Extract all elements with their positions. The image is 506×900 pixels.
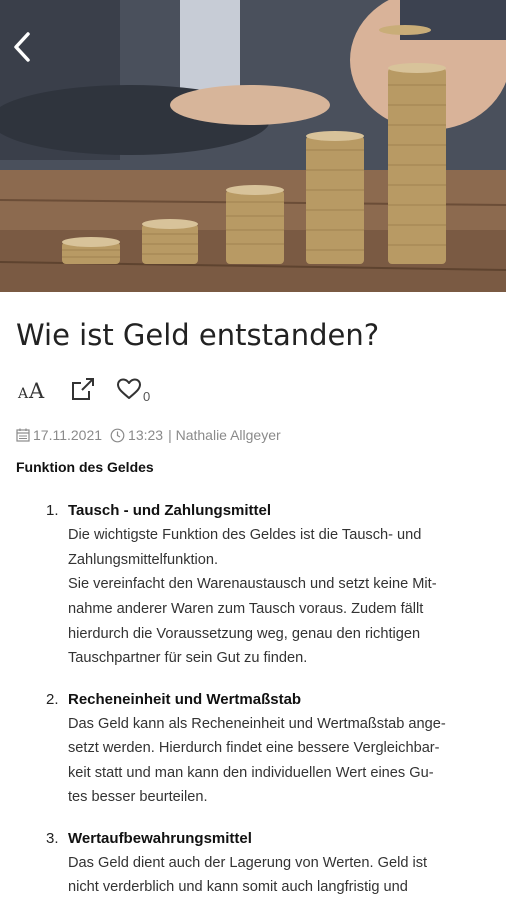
article-time: 13:23 xyxy=(128,427,164,443)
list-heading: Recheneinheit und Wertmaßstab xyxy=(68,691,302,708)
article-actions: A A 0 xyxy=(16,374,170,404)
coin-stack xyxy=(388,63,446,264)
article-meta: 17.11.2021 13:23 | Nathalie Allgeyer xyxy=(16,427,281,443)
list-text-line: Zahlungsmittelfunktion. xyxy=(68,552,219,568)
calendar-icon xyxy=(16,428,30,442)
list-number: 3. xyxy=(46,830,59,847)
list-text-line: Das Geld dient auch der Lagerung von Wer… xyxy=(68,855,428,871)
font-size-button[interactable]: A A xyxy=(16,376,50,402)
list-text-line: Das Geld kann als Recheneinheit und Wert… xyxy=(68,716,446,732)
clock-icon xyxy=(110,428,125,443)
coin-stack xyxy=(226,185,284,264)
list-text-line: tes besser beurteilen. xyxy=(68,789,208,805)
list-number: 1. xyxy=(46,502,59,519)
article-author: | Nathalie Allgeyer xyxy=(168,427,281,443)
page-title: Wie ist Geld entstanden? xyxy=(16,318,380,352)
list-text-line: nicht verderblich und kann somit auch la… xyxy=(68,879,408,895)
list-text-line: nahme anderer Waren zum Tausch voraus. Z… xyxy=(68,601,424,617)
coin-stack xyxy=(306,131,364,264)
svg-text:A: A xyxy=(28,379,45,402)
font-size-icon: A A xyxy=(17,379,45,402)
list-number: 2. xyxy=(46,691,59,708)
list-text-line: keit statt und man kann den individuelle… xyxy=(68,765,434,781)
list-text-line: hierdurch die Voraussetzung weg, genau d… xyxy=(68,626,421,642)
list-text-line: Die wichtigste Funktion des Geldes ist d… xyxy=(68,527,422,543)
chevron-left-icon xyxy=(14,32,30,62)
share-icon xyxy=(72,378,94,400)
coin-stack xyxy=(142,219,198,264)
svg-text:A: A xyxy=(17,386,29,402)
list-text-line: Tauschpartner für sein Gut zu finden. xyxy=(68,650,308,666)
likes-count: 0 xyxy=(143,389,151,404)
back-button[interactable] xyxy=(8,30,38,64)
section-heading: Funktion des Geldes xyxy=(16,459,154,475)
heart-icon xyxy=(117,378,141,399)
list-text-line: Sie vereinfacht den Warenaustausch und s… xyxy=(68,576,437,592)
like-button[interactable]: 0 xyxy=(116,377,151,404)
hero-image xyxy=(0,0,506,292)
coins-photo xyxy=(0,0,506,292)
share-button[interactable] xyxy=(70,376,96,402)
article-date: 17.11.2021 xyxy=(33,427,103,443)
list-text-line: setzt werden. Hierdurch findet eine bess… xyxy=(68,740,440,756)
list-heading: Tausch - und Zahlungsmittel xyxy=(68,502,272,519)
list-heading: Wertaufbewahrungsmittel xyxy=(68,830,252,847)
